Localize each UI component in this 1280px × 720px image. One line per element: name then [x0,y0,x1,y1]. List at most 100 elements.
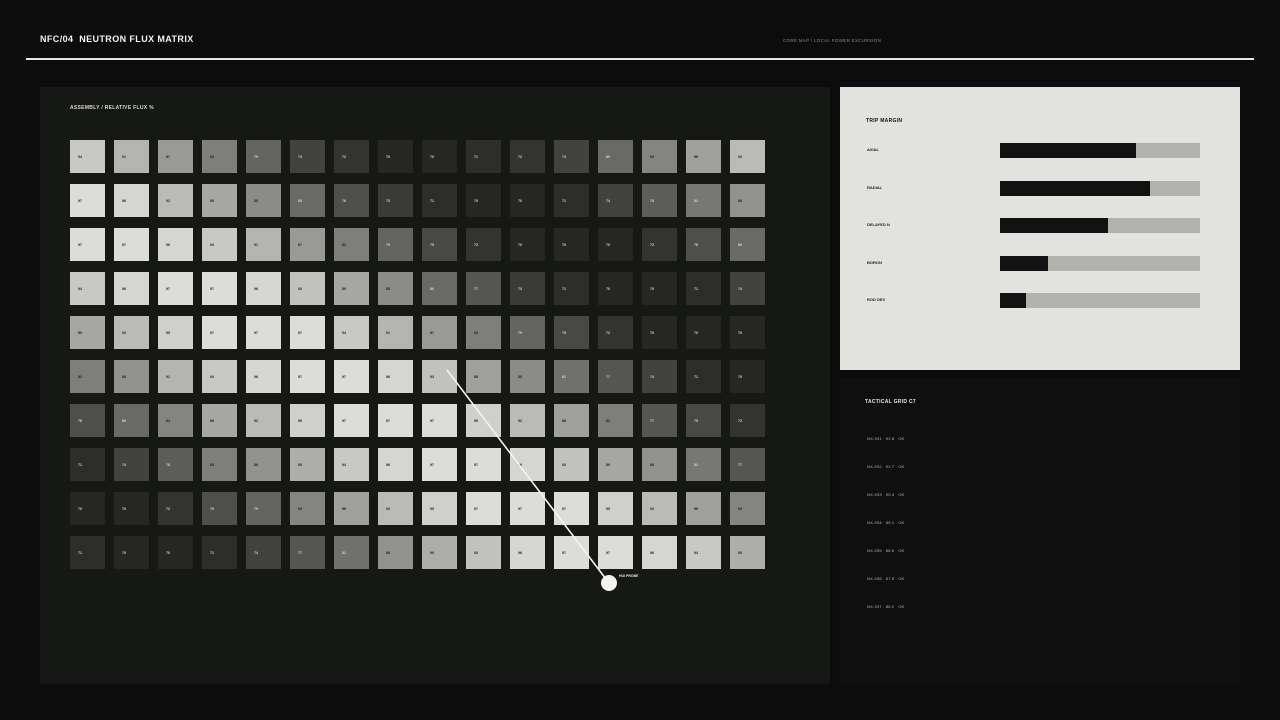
flux-cell[interactable]: 94 [202,228,237,261]
tactical-row[interactable]: NX-933 90.4 OK [867,492,909,520]
flux-cell[interactable]: 96 [510,448,545,481]
flux-cell[interactable]: 93 [290,272,325,305]
flux-cell[interactable]: 95 [158,316,193,349]
flux-cell[interactable]: 92 [642,492,677,525]
tactical-row[interactable]: NX-936 87.5 OK [867,576,909,604]
flux-cell[interactable]: 87 [158,140,193,173]
flux-cell[interactable]: 94 [686,536,721,569]
flux-cell[interactable]: 87 [422,316,457,349]
flux-cell[interactable]: 88 [686,492,721,525]
flux-cell[interactable]: 70 [686,316,721,349]
flux-cell[interactable]: 97 [114,228,149,261]
flux-cell[interactable]: 70 [642,272,677,305]
flux-cell[interactable]: 70 [378,140,413,173]
flux-cell[interactable]: 71 [466,140,501,173]
flux-cell[interactable]: 97 [70,184,105,217]
flux-cell[interactable]: 88 [554,404,589,437]
tactical-row[interactable]: NX-932 91.7 OK [867,464,909,492]
flux-cell[interactable]: 70 [510,228,545,261]
flux-cell[interactable]: 72 [598,316,633,349]
flux-cell[interactable]: 77 [466,272,501,305]
flux-cell[interactable]: 70 [642,316,677,349]
flux-cell[interactable]: 96 [246,272,281,305]
flux-cell[interactable]: 96 [378,448,413,481]
flux-cell[interactable]: 86 [378,536,413,569]
flux-cell[interactable]: 71 [686,360,721,393]
flux-cell[interactable]: 70 [510,184,545,217]
flux-cell[interactable]: 70 [158,536,193,569]
flux-cell[interactable]: 97 [554,536,589,569]
flux-cell[interactable]: 93 [466,536,501,569]
flux-cell[interactable]: 72 [642,228,677,261]
flux-cell[interactable]: 97 [378,404,413,437]
flux-cell[interactable]: 97 [70,228,105,261]
flux-cell[interactable]: 91 [378,316,413,349]
flux-cell[interactable]: 70 [466,184,501,217]
flux-cell[interactable]: 85 [510,360,545,393]
flux-cell[interactable]: 97 [334,404,369,437]
flux-cell[interactable]: 89 [202,184,237,217]
flux-cell[interactable]: 94 [70,140,105,173]
flux-cell[interactable]: 96 [158,228,193,261]
flux-cell[interactable]: 76 [686,228,721,261]
flux-cell[interactable]: 88 [686,140,721,173]
flux-cell[interactable]: 77 [290,536,325,569]
flux-cell[interactable]: 74 [290,140,325,173]
flux-cell[interactable]: 71 [554,184,589,217]
flux-cell[interactable]: 70 [422,140,457,173]
flux-cell[interactable]: 95 [598,492,633,525]
flux-cell[interactable]: 91 [158,360,193,393]
flux-cell[interactable]: 70 [70,492,105,525]
flux-cell[interactable]: 73 [378,184,413,217]
flux-cell[interactable]: 96 [378,360,413,393]
flux-cell[interactable]: 72 [334,140,369,173]
flux-cell[interactable]: 97 [466,492,501,525]
tactical-row[interactable]: NX-934 89.1 OK [867,520,909,548]
flux-cell[interactable]: 78 [642,184,677,217]
flux-cell[interactable]: 75 [554,316,589,349]
flux-cell[interactable]: 83 [598,404,633,437]
flux-cell[interactable]: 97 [598,536,633,569]
flux-cell[interactable]: 86 [642,448,677,481]
flux-cell[interactable]: 74 [642,360,677,393]
flux-cell[interactable]: 96 [246,360,281,393]
flux-cell[interactable]: 76 [334,184,369,217]
flux-cell[interactable]: 77 [598,360,633,393]
flux-cell[interactable]: 90 [730,536,765,569]
flux-cell[interactable]: 82 [686,184,721,217]
flux-cell[interactable]: 89 [598,448,633,481]
flux-cell[interactable]: 83 [466,316,501,349]
flux-cell[interactable]: 74 [246,536,281,569]
flux-cell[interactable]: 84 [290,492,325,525]
flux-cell[interactable]: 95 [290,404,325,437]
flux-cell[interactable]: 96 [114,184,149,217]
flux-cell[interactable]: 86 [246,448,281,481]
flux-cell[interactable]: 92 [510,404,545,437]
flux-cell[interactable]: 97 [554,492,589,525]
flux-cell[interactable]: 88 [334,492,369,525]
flux-cell[interactable]: 70 [114,492,149,525]
flux-cell[interactable]: 97 [422,404,457,437]
flux-cell[interactable]: 75 [686,404,721,437]
flux-cell[interactable]: 89 [70,316,105,349]
flux-cell[interactable]: 70 [598,228,633,261]
flux-cell[interactable]: 77 [642,404,677,437]
flux-cell[interactable]: 96 [510,536,545,569]
flux-cell[interactable]: 94 [70,272,105,305]
flux-cell[interactable]: 97 [290,360,325,393]
flux-cell[interactable]: 76 [70,404,105,437]
flux-cell[interactable]: 91 [246,228,281,261]
flux-cell[interactable]: 74 [730,272,765,305]
flux-cell[interactable]: 90 [290,448,325,481]
flux-cell[interactable]: 79 [378,228,413,261]
flux-cell[interactable]: 85 [378,272,413,305]
flux-cell[interactable]: 86 [730,184,765,217]
flux-cell[interactable]: 95 [422,492,457,525]
flux-cell[interactable]: 79 [510,316,545,349]
flux-cell[interactable]: 71 [554,272,589,305]
flux-cell[interactable]: 81 [334,536,369,569]
flux-cell[interactable]: 81 [554,360,589,393]
flux-cell[interactable]: 72 [510,140,545,173]
flux-cell[interactable]: 70 [730,316,765,349]
tactical-row[interactable]: NX-931 92.8 OK [867,436,909,464]
